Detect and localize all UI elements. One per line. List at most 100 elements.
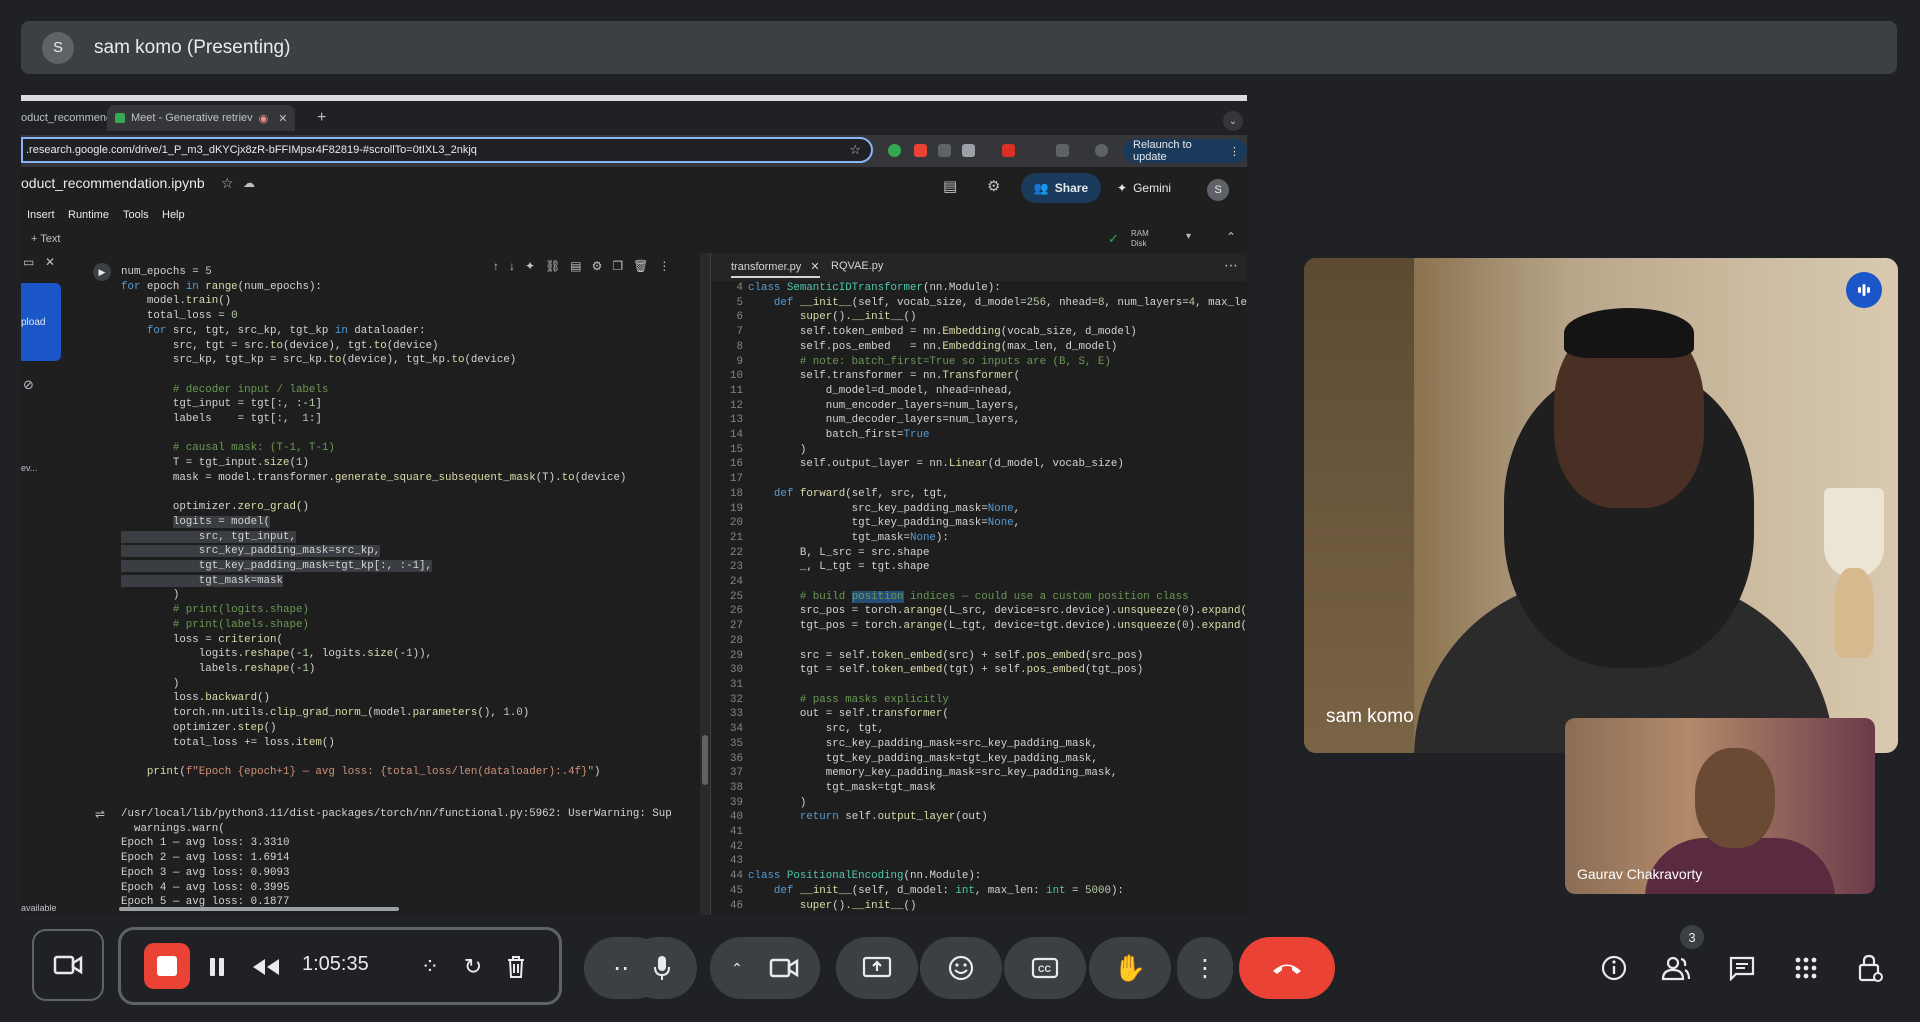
main-video-tile[interactable]: sam komo [1304, 258, 1898, 753]
people-icon: 👥 [1033, 181, 1049, 195]
sidebar-item[interactable]: ev... [21, 463, 37, 473]
reactions-button[interactable] [920, 937, 1002, 999]
delete-icon[interactable]: 🗑 [633, 259, 648, 273]
recording-dot-icon: ◉ [258, 112, 269, 125]
cloud-icon: ☁ [243, 176, 255, 190]
menu-help[interactable]: Help [162, 209, 185, 221]
activities-grid-icon[interactable] [1788, 950, 1824, 986]
star-icon[interactable]: ☆ [221, 175, 234, 192]
more-horiz-icon[interactable]: ⋯ [1224, 257, 1238, 274]
close-icon[interactable]: ✕ [810, 261, 819, 273]
extension-icon[interactable] [1002, 144, 1015, 157]
share-button[interactable]: 👥 Share [1021, 173, 1101, 203]
camera-preview-button[interactable] [32, 929, 104, 1001]
code-cell-source[interactable]: num_epochs = 5 for epoch in range(num_ep… [121, 265, 626, 780]
pause-button[interactable] [202, 944, 232, 990]
scrollbar-thumb[interactable] [702, 735, 708, 785]
menu-insert[interactable]: Insert [27, 209, 55, 221]
line-numbers: 4 5 6 7 8 9 10 11 12 13 14 15 16 17 18 1… [730, 282, 743, 912]
ram-label: RAM [1131, 229, 1149, 238]
cell-scrollbar[interactable] [700, 253, 710, 915]
add-text-button[interactable]: + Text [31, 233, 60, 245]
upload-button[interactable]: pload [21, 283, 61, 361]
gear-icon[interactable]: ⚙ [987, 177, 1000, 195]
browser-tab-meet[interactable]: Meet - Generative retriev ◉ ✕ [107, 105, 296, 131]
present-screen-button[interactable] [836, 937, 918, 999]
stop-recording-button[interactable] [144, 943, 190, 989]
stop-icon [157, 956, 177, 976]
meet-favicon-icon [115, 113, 125, 123]
chevron-down-icon[interactable]: ▾ [1186, 231, 1191, 242]
participant-face [1695, 748, 1775, 848]
camera-icon [769, 958, 799, 978]
more-vert-icon[interactable]: ⋮ [658, 259, 670, 273]
editor-tab-rqvae[interactable]: RQVAE.py [831, 260, 883, 272]
extensions-puzzle-icon[interactable] [1056, 144, 1069, 157]
extension-icon[interactable] [938, 144, 951, 157]
grid-icon[interactable]: ⁘ [415, 944, 445, 990]
lamp-shade [1824, 488, 1884, 578]
tab-search-icon[interactable]: ⌄ [1223, 111, 1243, 131]
editor-tabs: transformer.py ✕ RQVAE.py ⋯ [711, 253, 1247, 281]
horizontal-scrollbar[interactable] [119, 907, 399, 911]
hand-icon: ✋ [1113, 952, 1147, 983]
chevron-up-icon[interactable]: ⌃ [1226, 230, 1236, 244]
extension-icon[interactable] [888, 144, 901, 157]
participant-hair [1564, 308, 1694, 358]
gemini-button[interactable]: ✦ Gemini [1117, 173, 1171, 203]
relaunch-label: Relaunch to update [1133, 139, 1192, 163]
lamp-base [1834, 568, 1874, 658]
resource-monitor[interactable]: RAM Disk [1131, 229, 1149, 249]
extension-icon[interactable] [962, 144, 975, 157]
background-shelf [1304, 258, 1414, 753]
refresh-icon[interactable]: ↻ [458, 944, 488, 990]
microphone-button[interactable] [627, 937, 697, 999]
bookmark-star-icon[interactable]: ☆ [849, 142, 861, 158]
people-icon[interactable] [1658, 950, 1694, 986]
address-bar[interactable]: .research.google.com/drive/1_P_m3_dKYCjx… [21, 137, 873, 163]
gemini-label: Gemini [1133, 181, 1172, 195]
chat-icon[interactable] [1724, 950, 1760, 986]
meeting-info-icon[interactable] [1596, 950, 1632, 986]
more-vert-button[interactable]: ⋮ [1177, 937, 1233, 999]
profile-avatar[interactable] [1095, 144, 1108, 157]
address-bar-row: .research.google.com/drive/1_P_m3_dKYCjx… [21, 135, 1247, 167]
extension-icon[interactable] [914, 144, 927, 157]
panel-icon[interactable]: ▭ [23, 255, 34, 269]
editor-tab-transformer[interactable]: transformer.py ✕ [731, 260, 820, 278]
close-icon[interactable]: ✕ [278, 112, 287, 125]
check-icon: ✓ [1108, 231, 1119, 246]
shared-screen: oduct_recommend ✕ Meet - Generative retr… [21, 95, 1247, 915]
camera-controls[interactable]: ⌃ [710, 937, 820, 999]
sparkle-icon: ✦ [1117, 181, 1128, 195]
editor-tab-label: transformer.py [731, 261, 802, 273]
close-icon[interactable]: ✕ [45, 255, 55, 269]
raise-hand-button[interactable]: ✋ [1089, 937, 1171, 999]
speaking-indicator-icon [1846, 272, 1882, 308]
menu-runtime[interactable]: Runtime [68, 209, 109, 221]
participant-name: sam komo [1326, 706, 1414, 727]
files-sidebar: ▭ ✕ pload ⊘ ev... available [21, 253, 74, 915]
relaunch-button[interactable]: Relaunch to update ⋮ [1123, 139, 1247, 163]
notebook-title[interactable]: oduct_recommendation.ipynb [21, 175, 205, 191]
presenter-title: sam komo (Presenting) [94, 36, 291, 58]
colab-avatar[interactable]: S [1207, 179, 1229, 201]
output-icon[interactable]: ⇌ [95, 807, 105, 821]
upload-label: pload [21, 316, 46, 328]
menu-bar: Insert Runtime Tools Help [21, 207, 1247, 227]
presenter-avatar: S [42, 31, 74, 64]
delete-icon[interactable] [501, 944, 531, 990]
rewind-button[interactable] [248, 944, 284, 990]
host-controls-lock-icon[interactable] [1852, 950, 1888, 986]
editor-code[interactable]: class SemanticIDTransformer(nn.Module): … [748, 281, 1247, 913]
chevron-up-icon[interactable]: ⌃ [731, 960, 743, 977]
participant-name: Gaurav Chakravorty [1577, 866, 1703, 882]
menu-tools[interactable]: Tools [123, 209, 149, 221]
run-cell-button[interactable]: ▶ [93, 263, 111, 281]
new-tab-icon[interactable]: + [317, 109, 326, 127]
captions-button[interactable]: CC [1004, 937, 1086, 999]
leave-call-button[interactable] [1239, 937, 1335, 999]
self-video-tile[interactable]: Gaurav Chakravorty [1565, 718, 1875, 894]
eye-off-icon[interactable]: ⊘ [23, 377, 34, 393]
comment-icon[interactable]: ▤ [943, 177, 957, 195]
